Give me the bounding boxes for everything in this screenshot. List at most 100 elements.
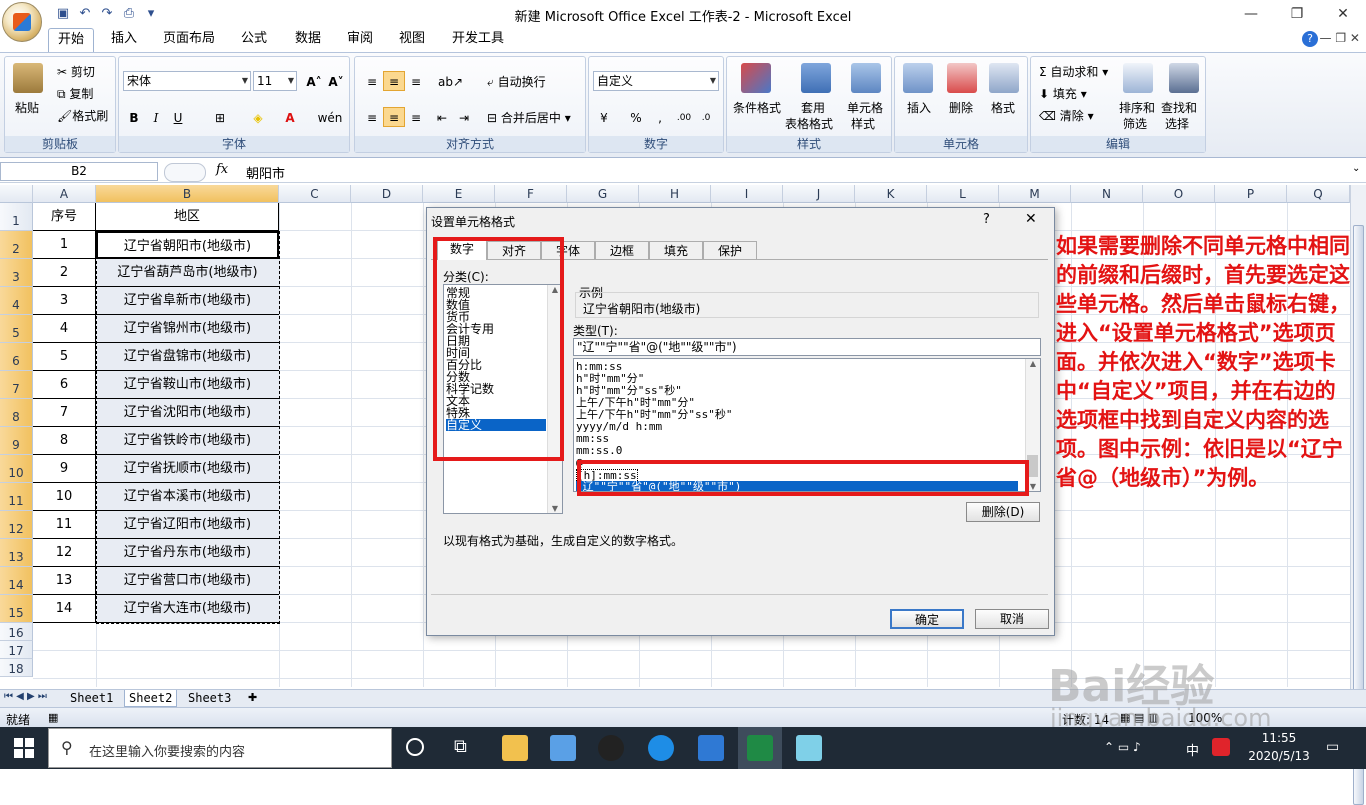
cell-seq[interactable]: 1 (33, 231, 96, 259)
mail-icon[interactable] (698, 735, 724, 761)
align-left-icon[interactable]: ≡ (361, 107, 383, 127)
cell-region-active[interactable]: 辽宁省朝阳市(地级市) (96, 231, 279, 259)
row-header[interactable]: 17 (0, 641, 33, 659)
fill-button[interactable]: ⬇ 填充 ▾ (1039, 85, 1087, 102)
row-header[interactable]: 3 (0, 259, 33, 287)
column-header[interactable]: A (33, 185, 96, 203)
column-header[interactable]: E (423, 185, 495, 203)
cancel-button[interactable]: 取消 (975, 609, 1049, 629)
task-view-icon[interactable]: ⧉ (454, 736, 467, 757)
tab-data[interactable]: 数据 (286, 28, 330, 52)
ribbon-window-controls[interactable]: — ❐ ✕ (1320, 31, 1360, 45)
wrap-text-button[interactable]: ⤶ 自动换行 (487, 73, 546, 90)
new-sheet-icon[interactable]: ✚ (248, 691, 257, 704)
row-header[interactable]: 11 (0, 483, 33, 511)
close-button[interactable]: ✕ (1320, 0, 1366, 28)
tab-view[interactable]: 视图 (390, 28, 434, 52)
column-header[interactable]: N (1071, 185, 1143, 203)
format-cells-icon[interactable] (989, 63, 1019, 93)
name-box[interactable]: B2 (0, 162, 158, 181)
row-header[interactable]: 1 (0, 203, 33, 231)
cell-region[interactable]: 辽宁省阜新市(地级市) (96, 287, 279, 315)
type-input[interactable]: "辽""宁""省"@("地""级""市") (573, 338, 1041, 356)
align-top-icon[interactable]: ≡ (361, 71, 383, 91)
cell-seq[interactable]: 7 (33, 399, 96, 427)
tab-home[interactable]: 开始 (48, 28, 94, 52)
cell-region[interactable]: 辽宁省辽阳市(地级市) (96, 511, 279, 539)
dialog-tab-protect[interactable]: 保护 (703, 241, 757, 259)
header-cell-region[interactable]: 地区 (96, 203, 279, 231)
column-header[interactable]: H (639, 185, 711, 203)
cell-seq[interactable]: 14 (33, 595, 96, 623)
column-header[interactable]: D (351, 185, 423, 203)
grow-font-icon[interactable]: A˄ (303, 71, 325, 91)
column-header[interactable]: P (1215, 185, 1287, 203)
column-header[interactable]: B (96, 185, 279, 203)
ok-button[interactable]: 确定 (890, 609, 964, 629)
cell-seq[interactable]: 13 (33, 567, 96, 595)
sheet-tab[interactable]: Sheet1 (66, 690, 117, 706)
row-header[interactable]: 8 (0, 399, 33, 427)
taskbar-search-box[interactable]: ⚲ 在这里输入你要搜索的内容 (48, 728, 392, 768)
formula-input[interactable]: 朝阳市 (246, 163, 285, 182)
cell-region[interactable]: 辽宁省铁岭市(地级市) (96, 427, 279, 455)
sort-filter-icon[interactable] (1123, 63, 1153, 93)
select-all-corner[interactable] (0, 185, 33, 203)
cell-region[interactable]: 辽宁省盘锦市(地级市) (96, 343, 279, 371)
bold-icon[interactable]: B (123, 107, 145, 127)
table-format-label-1[interactable]: 套用 (801, 99, 825, 116)
find-select-icon[interactable] (1169, 63, 1199, 93)
phonetic-icon[interactable]: wén (315, 107, 345, 127)
copy-button[interactable]: ⧉ 复制 (57, 85, 93, 102)
align-right-icon[interactable]: ≡ (405, 107, 427, 127)
row-header[interactable]: 9 (0, 427, 33, 455)
tab-review[interactable]: 审阅 (338, 28, 382, 52)
cell-region[interactable]: 辽宁省抚顺市(地级市) (96, 455, 279, 483)
row-header[interactable]: 15 (0, 595, 33, 623)
dialog-close-icon[interactable]: ✕ (1025, 211, 1037, 227)
cell-seq[interactable]: 4 (33, 315, 96, 343)
borders-icon[interactable]: ⊞ (209, 107, 231, 127)
font-name-combo[interactable]: 宋体 ▼ (123, 71, 251, 91)
macro-record-icon[interactable]: ▦ (48, 711, 58, 724)
cell-region[interactable]: 辽宁省丹东市(地级市) (96, 539, 279, 567)
tab-page-layout[interactable]: 页面布局 (156, 28, 222, 52)
windows-start-icon[interactable] (14, 738, 34, 758)
cell-region[interactable]: 辽宁省本溪市(地级市) (96, 483, 279, 511)
cell-seq[interactable]: 6 (33, 371, 96, 399)
cell-seq[interactable]: 3 (33, 287, 96, 315)
autosum-button[interactable]: Σ 自动求和 ▾ (1039, 63, 1108, 80)
scroll-down-icon[interactable]: ▼ (548, 504, 562, 513)
cell-region[interactable]: 辽宁省锦州市(地级市) (96, 315, 279, 343)
decrease-decimal-icon[interactable]: .0 (695, 107, 717, 127)
cell-region[interactable]: 辽宁省营口市(地级市) (96, 567, 279, 595)
office-button[interactable] (2, 2, 42, 42)
increase-indent-icon[interactable]: ⇥ (453, 107, 475, 127)
row-header[interactable]: 10 (0, 455, 33, 483)
column-header[interactable]: J (783, 185, 855, 203)
cell-seq[interactable]: 10 (33, 483, 96, 511)
column-header[interactable]: I (711, 185, 783, 203)
notification-icon[interactable]: ▭ (1326, 739, 1339, 755)
dialog-tab-fill[interactable]: 填充 (649, 241, 703, 259)
conditional-format-icon[interactable] (741, 63, 771, 93)
sheet-tab[interactable]: Sheet3 (184, 690, 235, 706)
cell-styles-label-2[interactable]: 样式 (851, 115, 875, 132)
taskbar-date[interactable]: 2020/5/13 (1244, 749, 1314, 763)
align-center-icon[interactable]: ≡ (383, 107, 405, 127)
formula-expand-icon[interactable]: ⌄ (1352, 163, 1360, 174)
scroll-up-icon[interactable]: ▲ (1026, 359, 1040, 368)
cell-region[interactable]: 辽宁省葫芦岛市(地级市) (96, 259, 279, 287)
number-format-combo[interactable]: 自定义 ▼ (593, 71, 719, 91)
column-header[interactable]: Q (1287, 185, 1350, 203)
sort-filter-label-2[interactable]: 筛选 (1123, 115, 1147, 132)
table-format-icon[interactable] (801, 63, 831, 93)
column-header[interactable]: L (927, 185, 999, 203)
header-cell-seq[interactable]: 序号 (33, 203, 96, 231)
insert-function-icon[interactable]: fx (216, 162, 228, 177)
cell-seq[interactable]: 2 (33, 259, 96, 287)
row-header[interactable]: 4 (0, 287, 33, 315)
format-cells-button[interactable]: 格式 (991, 99, 1015, 116)
format-painter-button[interactable]: 🖌格式刷 (57, 107, 108, 124)
store-icon[interactable] (550, 735, 576, 761)
